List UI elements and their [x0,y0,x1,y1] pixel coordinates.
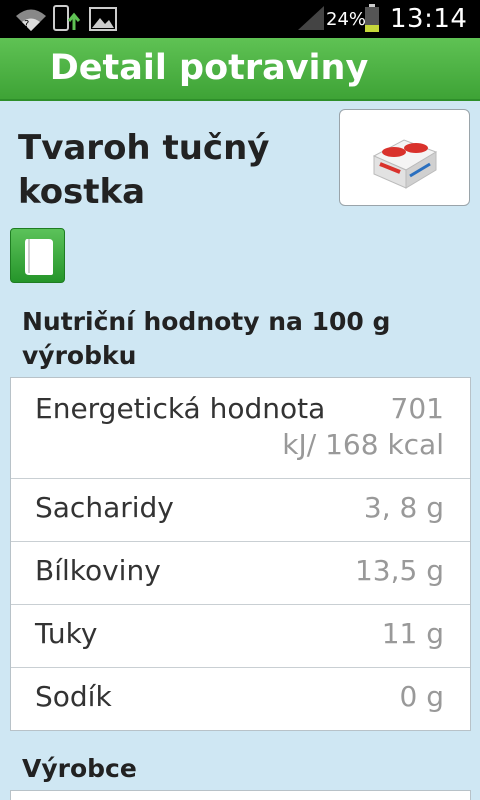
nutrition-heading-line: výrobku [22,341,137,370]
product-name-line: Tvaroh tučný [18,128,270,168]
nutrition-table: Energetická hodnota 701 kJ/ 168 kcal Sac… [10,377,471,731]
clock: 13:14 [390,4,468,34]
nutrient-value: 13,5 g [354,554,444,587]
table-row: Bílkoviny 13,5 g [11,542,470,605]
maker-box [10,790,471,800]
table-row: Energetická hodnota 701 kJ/ 168 kcal [11,378,470,479]
nutrition-heading: Nutriční hodnoty na 100 g výrobku [22,305,422,373]
nutrient-value: kJ/ 168 kcal [282,428,444,461]
maker-heading: Výrobce [22,754,137,783]
nutrient-value: 3, 8 g [363,491,444,524]
nutrient-label: Bílkoviny [35,554,161,587]
page-title: Detail potraviny [49,48,369,88]
nutrient-label: Sacharidy [35,491,174,524]
upload-icon [53,5,81,31]
wifi-icon: ? [16,9,46,31]
signal-icon [298,6,324,30]
svg-text:?: ? [24,19,29,30]
nutrient-label: Energetická hodnota [35,392,326,425]
action-bar: Detail potraviny [0,38,480,101]
document-icon [25,239,53,275]
nutrient-label: Sodík [35,680,112,713]
product-name-line: kostka [18,172,146,212]
nutrient-label: Tuky [35,617,98,650]
product-image[interactable] [339,109,470,206]
nutrient-value: 701 [390,392,444,425]
image-icon [89,7,117,31]
table-row: Sodík 0 g [11,668,470,731]
table-row: Sacharidy 3, 8 g [11,479,470,542]
table-row: Tuky 11 g [11,605,470,668]
nutrition-heading-line: Nutriční hodnoty na 100 g [22,307,391,336]
product-package-icon [372,139,438,189]
nutrient-value: 11 g [381,617,444,650]
product-name: Tvaroh tučný kostka [18,126,318,214]
status-bar: ? 24% 13:14 [0,0,480,38]
battery-percent: 24% [326,9,367,30]
battery-icon [365,4,379,32]
nutrient-value: 0 g [399,680,445,713]
note-button[interactable] [10,228,65,283]
